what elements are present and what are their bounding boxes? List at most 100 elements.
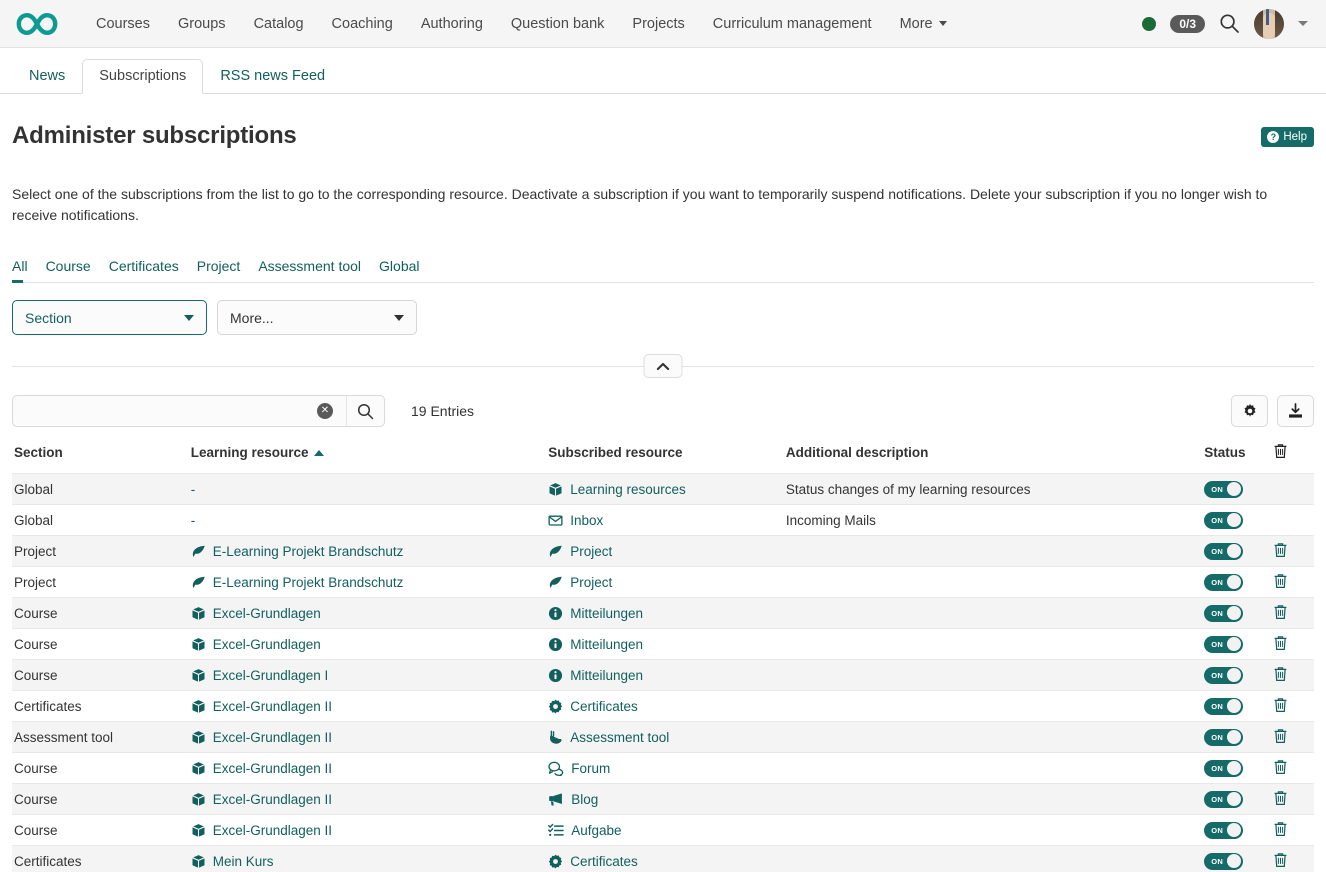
nav-item-curriculum-management[interactable]: Curriculum management xyxy=(699,0,886,48)
column-header-additional-description[interactable]: Additional description xyxy=(786,443,1204,474)
search-input[interactable] xyxy=(13,396,313,426)
nav-item-coaching[interactable]: Coaching xyxy=(318,0,407,48)
avatar[interactable] xyxy=(1254,9,1284,39)
tab-news[interactable]: News xyxy=(12,59,82,94)
more-select[interactable]: More... xyxy=(217,300,417,335)
delete-subscription-button[interactable] xyxy=(1273,790,1288,806)
table-row[interactable]: Certificates Excel-Grundlagen II Certifi… xyxy=(12,691,1314,722)
help-button[interactable]: ? Help xyxy=(1261,127,1314,147)
table-row[interactable]: Certificates Mein Kurs Certificates ON xyxy=(12,846,1314,872)
settings-button[interactable] xyxy=(1231,395,1268,427)
status-toggle[interactable]: ON xyxy=(1204,543,1243,560)
delete-subscription-button[interactable] xyxy=(1273,542,1288,558)
learning-resource-link[interactable]: Excel-Grundlagen II xyxy=(191,761,548,776)
learning-resource-link[interactable]: E-Learning Projekt Brandschutz xyxy=(191,544,548,559)
subscribed-resource-link[interactable]: Blog xyxy=(548,792,786,807)
learning-resource-link[interactable]: E-Learning Projekt Brandschutz xyxy=(191,575,548,590)
subscribed-resource-link[interactable]: Aufgabe xyxy=(548,823,786,838)
column-header-delete[interactable] xyxy=(1273,443,1314,474)
nav-item-projects[interactable]: Projects xyxy=(618,0,698,48)
status-toggle[interactable]: ON xyxy=(1204,481,1243,498)
table-row[interactable]: Global- InboxIncoming Mails ON xyxy=(12,505,1314,536)
subscribed-resource-link[interactable]: Certificates xyxy=(548,854,786,869)
table-row[interactable]: Course Excel-Grundlagen I Mitteilungen O… xyxy=(12,660,1314,691)
table-row[interactable]: Course Excel-Grundlagen II Aufgabe ON xyxy=(12,815,1314,846)
delete-subscription-button[interactable] xyxy=(1273,666,1288,682)
search-submit-button[interactable] xyxy=(347,396,384,426)
status-toggle[interactable]: ON xyxy=(1204,760,1243,777)
delete-subscription-button[interactable] xyxy=(1273,821,1288,837)
collapse-filters-button[interactable] xyxy=(644,354,683,378)
learning-resource-link[interactable]: Excel-Grundlagen II xyxy=(191,730,548,745)
learning-resource-link[interactable]: Excel-Grundlagen xyxy=(191,637,548,652)
learning-resource-link[interactable]: Excel-Grundlagen II xyxy=(191,699,548,714)
learning-resource-link[interactable]: Mein Kurs xyxy=(191,854,548,869)
section-select[interactable]: Section xyxy=(12,300,207,335)
avatar-chevron-down-icon[interactable] xyxy=(1298,21,1308,26)
table-row[interactable]: Project E-Learning Projekt Brandschutz P… xyxy=(12,536,1314,567)
status-toggle[interactable]: ON xyxy=(1204,605,1243,622)
subscribed-resource-link[interactable]: Certificates xyxy=(548,699,786,714)
table-row[interactable]: Course Excel-Grundlagen II Blog ON xyxy=(12,784,1314,815)
status-toggle[interactable]: ON xyxy=(1204,574,1243,591)
table-row[interactable]: Project E-Learning Projekt Brandschutz P… xyxy=(12,567,1314,598)
tab-rss-news-feed[interactable]: RSS news Feed xyxy=(203,59,342,94)
subscribed-resource-link[interactable]: Assessment tool xyxy=(548,730,786,745)
status-toggle[interactable]: ON xyxy=(1204,667,1243,684)
status-toggle[interactable]: ON xyxy=(1204,698,1243,715)
status-toggle[interactable]: ON xyxy=(1204,512,1243,529)
status-toggle[interactable]: ON xyxy=(1204,853,1243,870)
learning-resource-link[interactable]: Excel-Grundlagen xyxy=(191,606,548,621)
column-header-learning-resource[interactable]: Learning resource xyxy=(191,443,548,474)
subscribed-resource-link[interactable]: Mitteilungen xyxy=(548,637,786,652)
status-toggle[interactable]: ON xyxy=(1204,822,1243,839)
learning-resource-link[interactable]: Excel-Grundlagen II xyxy=(191,823,548,838)
filter-tab-assessment-tool[interactable]: Assessment tool xyxy=(249,258,370,282)
infinity-logo[interactable] xyxy=(14,9,60,39)
table-row[interactable]: Assessment tool Excel-Grundlagen II Asse… xyxy=(12,722,1314,753)
learning-resource-link[interactable]: Excel-Grundlagen I xyxy=(191,668,548,683)
delete-subscription-button[interactable] xyxy=(1273,759,1288,775)
search-icon[interactable] xyxy=(1219,13,1240,34)
column-header-section[interactable]: Section xyxy=(12,443,191,474)
delete-subscription-button[interactable] xyxy=(1273,728,1288,744)
table-row[interactable]: Course Excel-Grundlagen II Forum ON xyxy=(12,753,1314,784)
subscribed-resource-link[interactable]: Mitteilungen xyxy=(548,606,786,621)
delete-subscription-button[interactable] xyxy=(1273,573,1288,589)
nav-item-authoring[interactable]: Authoring xyxy=(407,0,497,48)
filter-tab-certificates[interactable]: Certificates xyxy=(100,258,188,282)
delete-subscription-button[interactable] xyxy=(1273,852,1288,868)
cell-delete xyxy=(1273,660,1314,691)
status-toggle[interactable]: ON xyxy=(1204,729,1243,746)
filter-tab-project[interactable]: Project xyxy=(188,258,250,282)
nav-item-courses[interactable]: Courses xyxy=(82,0,164,48)
table-row[interactable]: Course Excel-Grundlagen Mitteilungen ON xyxy=(12,629,1314,660)
column-header-subscribed-resource[interactable]: Subscribed resource xyxy=(548,443,786,474)
subscribed-resource-link[interactable]: Project xyxy=(548,544,786,559)
subscribed-resource-link[interactable]: Forum xyxy=(548,761,786,776)
table-row[interactable]: Global- Learning resourcesStatus changes… xyxy=(12,474,1314,505)
column-header-status[interactable]: Status xyxy=(1204,443,1273,474)
filter-tab-course[interactable]: Course xyxy=(37,258,100,282)
nav-item-catalog[interactable]: Catalog xyxy=(240,0,318,48)
tab-subscriptions[interactable]: Subscriptions xyxy=(82,59,203,94)
table-row[interactable]: Course Excel-Grundlagen Mitteilungen ON xyxy=(12,598,1314,629)
subscribed-resource-link[interactable]: Mitteilungen xyxy=(548,668,786,683)
filter-tab-global[interactable]: Global xyxy=(370,258,428,282)
status-toggle[interactable]: ON xyxy=(1204,791,1243,808)
filter-tab-all[interactable]: All xyxy=(12,258,37,282)
nav-item-more[interactable]: More xyxy=(886,0,961,48)
status-toggle[interactable]: ON xyxy=(1204,636,1243,653)
nav-item-groups[interactable]: Groups xyxy=(164,0,240,48)
delete-subscription-button[interactable] xyxy=(1273,635,1288,651)
task-count-badge[interactable]: 0/3 xyxy=(1170,15,1205,33)
delete-subscription-button[interactable] xyxy=(1273,697,1288,713)
subscribed-resource-link[interactable]: Inbox xyxy=(548,513,786,528)
subscribed-resource-link[interactable]: Learning resources xyxy=(548,482,786,497)
learning-resource-link[interactable]: Excel-Grundlagen II xyxy=(191,792,548,807)
subscribed-resource-link[interactable]: Project xyxy=(548,575,786,590)
clear-circle-icon[interactable]: ✕ xyxy=(317,403,333,419)
delete-subscription-button[interactable] xyxy=(1273,604,1288,620)
nav-item-question-bank[interactable]: Question bank xyxy=(497,0,619,48)
download-button[interactable] xyxy=(1277,395,1314,427)
